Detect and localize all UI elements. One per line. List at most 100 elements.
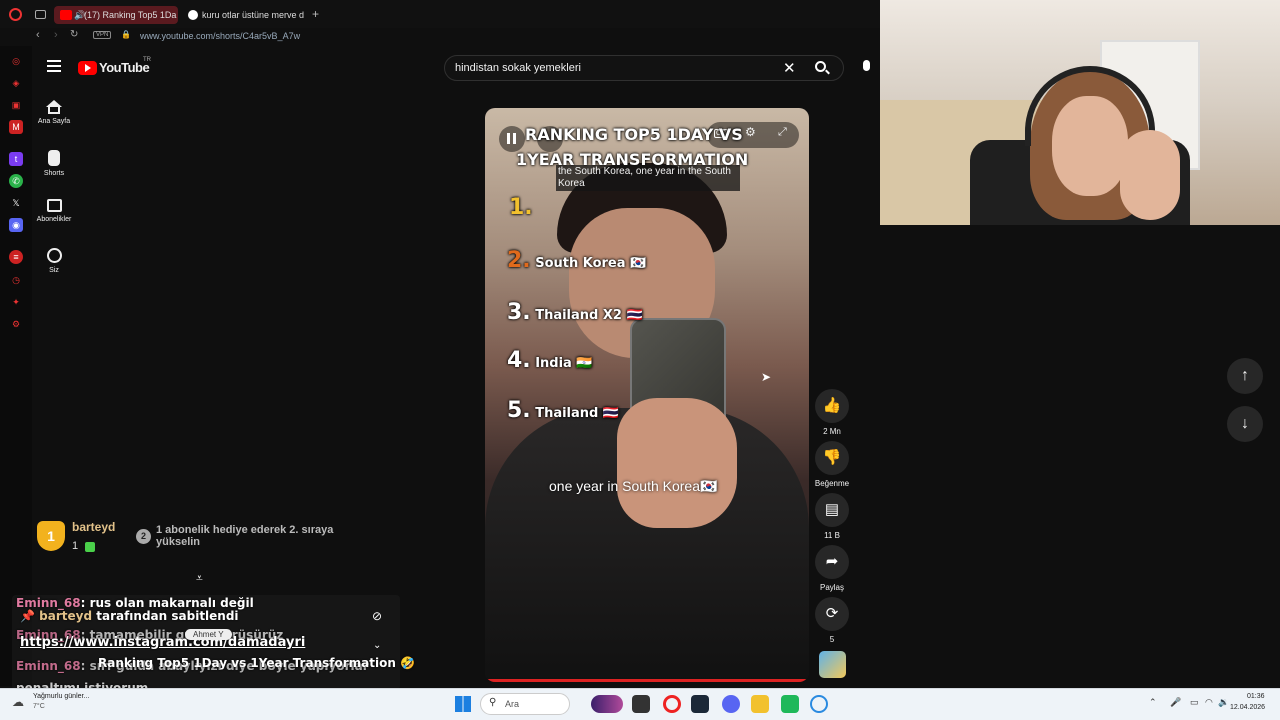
discord-taskbar-icon[interactable] [722,695,740,713]
opera-taskbar-icon[interactable] [663,695,681,713]
nav-you[interactable]: Siz [30,248,78,274]
youtube-play-triangle [85,64,91,72]
task-view-icon[interactable] [632,695,650,713]
x-icon[interactable]: 𝕏 [9,196,23,210]
vpn-badge[interactable]: VPN [93,31,112,39]
pinned-line: 📌 barteyd tarafından sabitlendi [20,609,239,623]
speaker-icon: 🔊 [74,10,86,20]
mic-tray-icon[interactable]: 🎤 [1170,697,1181,708]
rank-2: 2. South Korea 🇰🇷 [507,248,646,273]
rank-4: 4. India 🇮🇳 [507,348,593,373]
remix-icon: ⟳ [815,597,849,631]
taskbar-search[interactable]: ⚲ Ara [480,693,570,715]
file-explorer-icon[interactable] [751,695,769,713]
settings-gear-icon[interactable]: ⚙ [745,125,756,139]
comments-count: 11 B [824,531,840,540]
hide-chip[interactable]: Ahmet Y [185,629,232,640]
rank-5-text: Thailand 🇹🇭 [535,406,620,421]
expand-chevron-icon[interactable]: ⌄ [373,640,381,651]
whatsapp-icon[interactable]: ✆ [9,174,23,188]
arrow-up-icon: ↑ [1241,367,1249,384]
tab-switcher-icon[interactable] [35,10,46,19]
display-tray-icon[interactable]: ▭ [1190,697,1199,708]
sound-thumbnail[interactable] [819,651,846,678]
fullscreen-icon[interactable]: ⤢ [778,126,787,139]
tray-chevron-icon[interactable]: ⌃ [1149,697,1157,708]
weather-icon[interactable]: ☁ [12,695,24,709]
new-tab-button[interactable]: + [312,7,319,21]
tab-google[interactable]: kuru otlar üstüne merve d [184,6,308,24]
network-app-icon[interactable] [810,695,828,713]
rank-2-text: South Korea 🇰🇷 [535,256,647,271]
nav-home[interactable]: Ana Sayfa [30,100,78,125]
comments-button[interactable]: ▤ 11 B [812,493,852,540]
browser-tab-bar: 🔊 (17) Ranking Top5 1Da kuru otlar üstün… [0,0,880,28]
thumbs-up-icon: 👍 [815,389,849,423]
mic-icon[interactable] [863,60,870,71]
like-button[interactable]: 👍 2 Mn [812,389,852,436]
history-icon[interactable]: ◷ [9,273,23,287]
volume-tray-icon[interactable]: 🔉 [1218,697,1229,708]
rank-4-text: India 🇮🇳 [535,356,593,371]
reload-icon[interactable]: ↻ [70,29,78,40]
rank-3-text: Thailand X2 🇹🇭 [535,308,643,323]
clock-time[interactable]: 01:36 [1247,693,1265,700]
nav-shorts[interactable]: Shorts [30,150,78,177]
chat-line-1: Eminn_68: rus olan makarnalı değil [16,596,254,610]
menu-icon[interactable] [47,60,61,72]
tab-youtube[interactable]: 🔊 (17) Ranking Top5 1Da [54,6,178,24]
tab-google-label: kuru otlar üstüne merve d [202,10,305,20]
back-icon[interactable]: ‹ [36,29,40,41]
url-field[interactable]: www.youtube.com/shorts/C4ar5vB_A7w [140,31,300,41]
pause-button[interactable] [499,126,525,152]
gift-rank-badge: 2 [136,529,151,544]
like-count: 2 Mn [823,427,841,436]
pause-icon [507,133,510,144]
pinboard-icon[interactable]: ▣ [9,98,23,112]
taskbar-widget-icon[interactable] [591,695,623,713]
steam-taskbar-icon[interactable] [691,695,709,713]
clear-search-icon[interactable]: ✕ [783,59,796,77]
shorts-video-player[interactable]: CC ⚙ ⤢ RANKING TOP5 1DAY VS 1YEAR TRANSF… [485,108,809,682]
forward-icon[interactable]: › [54,29,58,41]
nav-subscriptions[interactable]: Abonelikler [30,199,78,223]
previous-video-button[interactable]: ↑ [1227,358,1263,394]
messenger-icon[interactable]: M [9,120,23,134]
webcam-hand [1120,130,1180,220]
spotify-icon[interactable]: ≡ [9,250,23,264]
pinned-user: barteyd [39,609,93,623]
hand-image [617,398,737,528]
you-icon [46,248,62,263]
chat-line-4-link[interactable]: https://www.instagram.com/damadayri [20,635,305,650]
video-progress-bar[interactable] [485,679,809,682]
next-video-button[interactable]: ↓ [1227,406,1263,442]
share-button[interactable]: ➦ Paylaş [812,545,852,592]
collapse-chat-icon[interactable]: ⩡ [196,571,203,586]
hide-pinned-icon[interactable]: ⊘ [372,609,382,623]
share-icon: ➦ [815,545,849,579]
remix-button[interactable]: ⟳ 5 [812,597,852,644]
dislike-button[interactable]: 👎 Beğenme [812,441,852,488]
youtube-region: TR [143,57,151,63]
discord-icon[interactable]: ◉ [9,218,23,232]
windows-start-icon[interactable] [455,696,471,712]
extensions-icon[interactable]: ✦ [9,295,23,309]
nav-home-label: Ana Sayfa [37,118,71,125]
youtube-logo-text: YouTube [99,60,150,75]
wifi-tray-icon[interactable]: ◠ [1205,697,1213,708]
tab-youtube-label: (17) Ranking Top5 1Da [84,10,177,20]
weather-text: Yağmurlu günler... [33,693,90,700]
rank-5-number: 5. [507,398,531,423]
lock-icon: 🔒 [121,30,131,39]
app-taskbar-icon[interactable] [781,695,799,713]
settings-icon[interactable]: ⚙ [9,317,23,331]
aria-icon[interactable]: ◎ [9,54,23,68]
address-bar: ‹ › ↻ VPN 🔒 www.youtube.com/shorts/C4ar5… [0,28,880,46]
twitch-icon[interactable]: t [9,152,23,166]
crypto-wallet-icon[interactable]: ◈ [9,76,23,90]
clock-date[interactable]: 12.04.2026 [1230,704,1265,711]
taskbar-search-icon: ⚲ [489,697,497,708]
pinned-video-title: Ranking Top5 1Day vs 1Year Transformatio… [98,656,415,670]
opera-logo-icon[interactable] [9,8,22,21]
share-label: Paylaş [819,583,844,592]
